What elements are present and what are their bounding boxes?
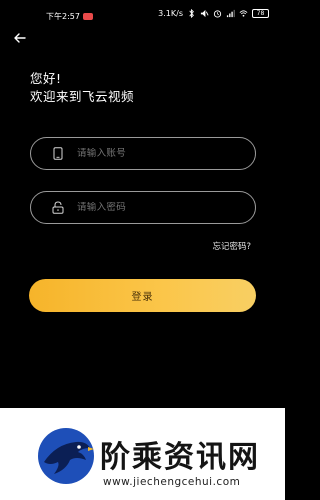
notification-app-icon [82, 13, 93, 20]
password-field[interactable] [30, 191, 256, 224]
watermark-url: www.jiechengcehui.com [103, 476, 241, 488]
network-speed: 3.1K/s [158, 9, 183, 18]
watermark-title: 阶乘资讯网 [100, 440, 260, 475]
forgot-password-link[interactable]: 忘记密码? [212, 240, 251, 252]
lock-icon [52, 201, 64, 215]
back-button[interactable] [10, 30, 30, 46]
battery-indicator: 78 [252, 9, 269, 18]
phone-icon [52, 147, 64, 161]
signal-icon [226, 9, 235, 18]
greeting: 您好! 欢迎来到飞云视频 [30, 70, 134, 106]
account-field[interactable] [30, 137, 256, 170]
greeting-welcome: 欢迎来到飞云视频 [30, 89, 135, 104]
status-time: 下午2:57 [46, 12, 80, 21]
greeting-hello: 您好! [30, 71, 62, 86]
mute-icon [200, 9, 209, 18]
wifi-icon [239, 10, 248, 17]
login-button[interactable]: 登录 [29, 279, 256, 312]
eagle-logo-icon [38, 428, 94, 484]
account-input[interactable] [77, 148, 227, 159]
bluetooth-icon [189, 9, 194, 18]
status-bar: 下午2:57 3.1K/s 78 [0, 0, 285, 30]
back-arrow-icon [14, 33, 26, 43]
password-input[interactable] [77, 202, 227, 213]
alarm-icon [213, 10, 222, 18]
status-left: 下午2:57 [46, 11, 93, 22]
status-right: 3.1K/s 78 [158, 9, 269, 18]
